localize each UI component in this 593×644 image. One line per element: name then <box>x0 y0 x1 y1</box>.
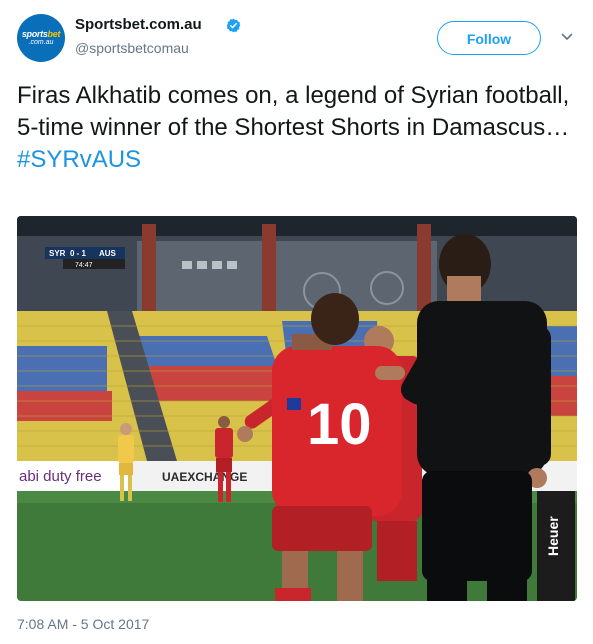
tweet-text-block: Firas Alkhatib comes on, a legend of Syr… <box>17 80 577 176</box>
hashtag-link[interactable]: #SYRvAUS <box>17 144 577 176</box>
follow-button[interactable]: Follow <box>437 21 541 55</box>
match-photo: abi duty free UAEXCHANGE SYR 0 - 1 AUS 7… <box>17 216 577 601</box>
score-home: SYR <box>49 249 66 258</box>
score-value: 0 - 1 <box>70 249 87 258</box>
watch-brand: Heuer <box>545 516 561 556</box>
tweet-media[interactable]: abi duty free UAEXCHANGE SYR 0 - 1 AUS 7… <box>17 216 577 601</box>
hoarding-uae-exchange: UAEXCHANGE <box>162 470 247 484</box>
match-clock: 74:47 <box>75 262 93 269</box>
avatar-logo-sub: .com.au <box>28 39 54 46</box>
chevron-down-icon[interactable] <box>561 31 573 43</box>
avatar[interactable]: sportsbet .com.au <box>17 14 65 62</box>
avatar-logo: sportsbet <box>21 29 61 39</box>
timestamp[interactable]: 7:08 AM - 5 Oct 2017 <box>17 616 149 632</box>
score-away: AUS <box>99 249 117 258</box>
verified-icon <box>226 18 241 33</box>
sponsor-board: Heuer <box>537 491 575 601</box>
jersey-number: 10 <box>307 392 372 457</box>
display-name[interactable]: Sportsbet.com.au <box>75 16 202 33</box>
tweet-text: Firas Alkhatib comes on, a legend of Syr… <box>17 82 570 141</box>
hoarding-duty-free: abi duty free <box>19 468 102 485</box>
handle[interactable]: @sportsbetcomau <box>75 40 189 56</box>
